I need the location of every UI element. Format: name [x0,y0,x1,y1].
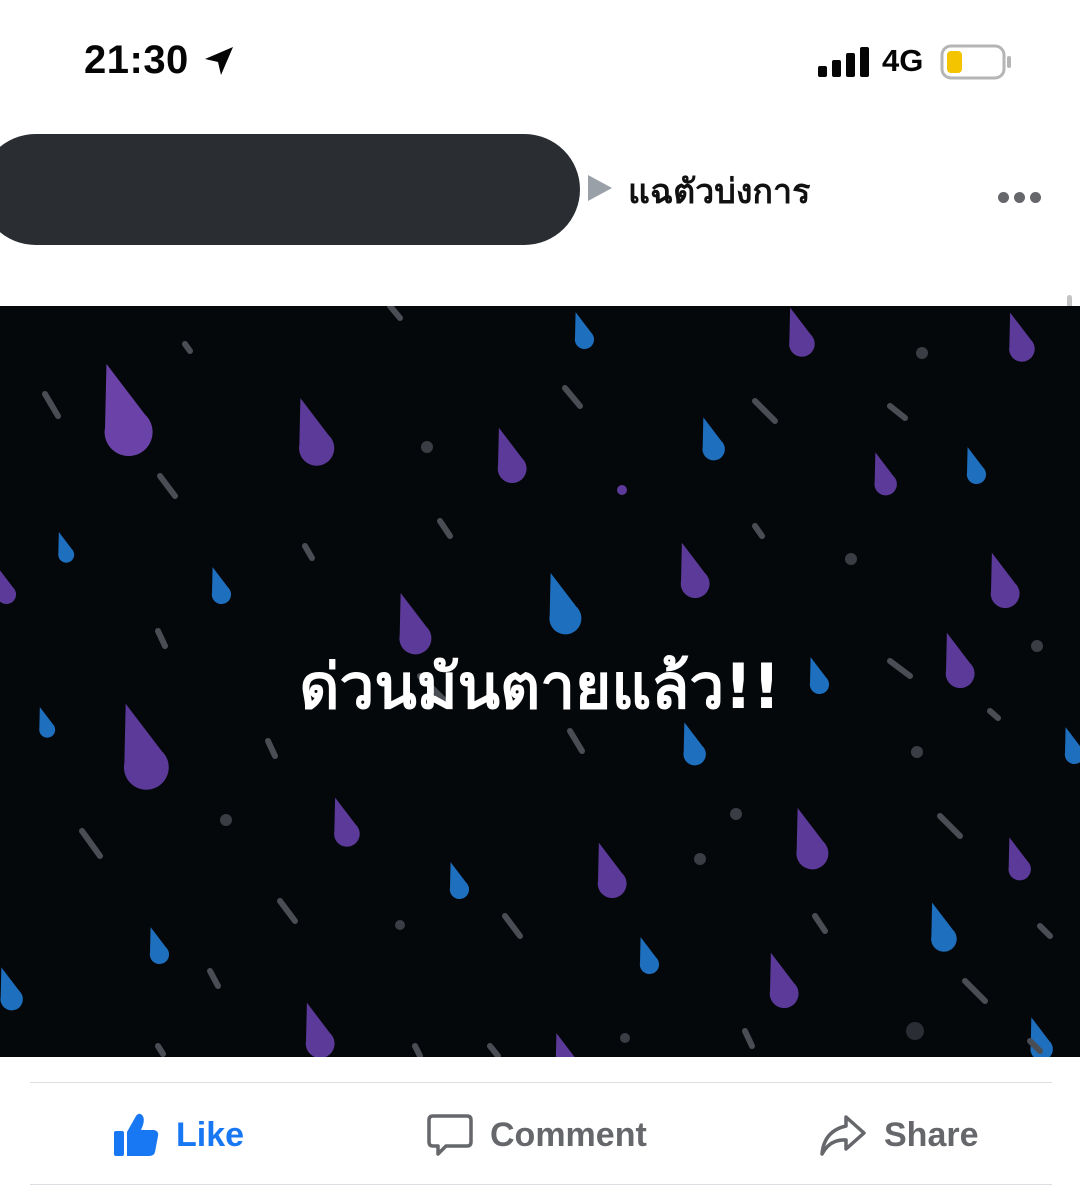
rain-streak [42,391,61,419]
rain-streak [412,1043,423,1057]
rain-drop [211,567,232,605]
comment-bubble-icon [427,1114,473,1156]
rain-drop [305,1002,335,1057]
rain-streak [752,398,778,424]
rain-streak [937,813,963,839]
rain-streak [437,518,453,539]
rain-dot [395,920,405,930]
rain-drop [555,1033,591,1057]
battery-low-icon [940,44,1011,80]
rain-drop [931,902,957,952]
network-type: 4G [882,43,924,78]
page-name-link[interactable]: แฉตัวบ่งการ [628,164,810,218]
rain-drop [702,417,725,461]
rain-drop [1008,837,1031,881]
comment-button[interactable]: Comment [426,1100,647,1170]
rain-dot [617,485,627,495]
like-button[interactable]: Like [112,1100,244,1170]
rain-streak [155,1043,166,1057]
rain-streak [277,898,298,924]
share-button[interactable]: Share [818,1100,979,1170]
status-time: 21:30 [84,38,189,82]
share-label: Share [884,1115,979,1154]
rain-dot [620,1033,630,1043]
post-image-text: ด่วนมันตายแล้ว!! [299,650,781,723]
rain-streak [562,385,583,409]
post-header: แฉตัวบ่งการ [0,120,1080,305]
rain-drop [796,807,829,870]
divider-top [30,1082,1052,1083]
share-arrow-icon [820,1115,866,1156]
rain-drop [549,572,582,635]
rain-dot [911,746,923,758]
rain-streak [1037,923,1053,939]
location-arrow-icon [205,47,233,75]
rain-streak [387,306,403,321]
rain-streak [752,523,765,539]
rain-streak [812,913,828,934]
rain-streak [487,1043,501,1057]
rain-drop [789,307,815,357]
shared-to-arrow-icon [588,175,612,201]
rain-dot [730,808,742,820]
like-label: Like [176,1115,245,1154]
divider-bottom [30,1184,1052,1185]
rain-drop [769,952,799,1009]
rain-drop [0,967,23,1011]
redacted-author-info [0,134,580,245]
rain-drop [574,312,595,350]
cellular-signal-icon [818,47,869,77]
rain-drop [990,552,1020,609]
rain-drop [334,797,360,847]
rain-drop [0,567,17,605]
rain-drop [299,398,335,466]
rain-drop [1009,312,1035,362]
rain-dot [220,814,232,826]
rain-streak [182,341,193,354]
rain-drop [639,937,660,975]
more-options-icon[interactable] [996,185,1044,209]
rain-streak [79,828,103,859]
rain-dot [845,553,857,565]
status-bar: 21:30 4G [0,0,1080,120]
rain-streak [265,738,278,759]
rain-streak [962,978,988,1004]
rain-dot [906,1022,924,1040]
rain-streak [887,403,908,421]
post-image[interactable]: ด่วนมันตายแล้ว!! [0,306,1080,1057]
thumbs-up-icon [114,1113,159,1156]
rain-streak [502,913,523,939]
rain-drop [58,531,75,563]
rain-drop [680,542,710,599]
rain-drop [966,447,987,485]
rain-drop [449,862,470,900]
rain-streak [157,473,178,499]
rain-drop [874,452,897,496]
rain-dot [916,347,928,359]
rain-dot [421,441,433,453]
rain-streak [207,968,221,989]
rain-drop [104,363,153,456]
comment-label: Comment [490,1115,647,1154]
rain-dot [694,853,706,865]
rain-streak [302,543,315,561]
rain-drop [497,427,527,484]
rain-drop [597,842,627,899]
rain-streak [742,1028,755,1049]
rain-drop [149,927,170,965]
